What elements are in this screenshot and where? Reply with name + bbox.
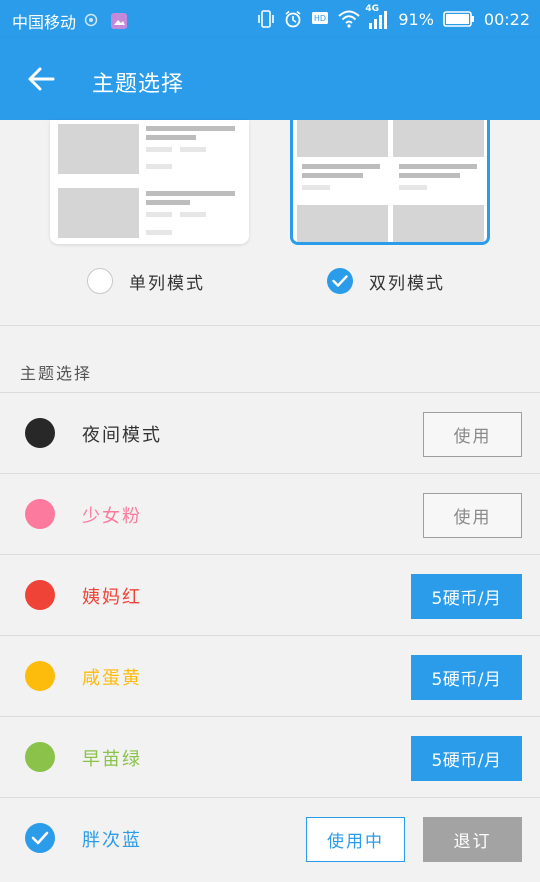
buy-button[interactable]: 5硬币/月 bbox=[411, 736, 522, 781]
in-use-button[interactable]: 使用中 bbox=[306, 817, 405, 862]
buy-button[interactable]: 5硬币/月 bbox=[411, 655, 522, 700]
theme-row-blue: 胖次蓝 使用中 退订 bbox=[0, 797, 540, 878]
color-dot bbox=[25, 580, 55, 610]
theme-name: 早苗绿 bbox=[82, 749, 142, 770]
double-column-label: 双列模式 bbox=[369, 273, 445, 294]
check-icon bbox=[332, 275, 348, 287]
section-title: 主题选择 bbox=[20, 364, 93, 383]
single-column-preview[interactable] bbox=[50, 120, 249, 244]
single-column-radio[interactable] bbox=[87, 268, 113, 294]
single-column-label: 单列模式 bbox=[129, 273, 205, 294]
battery-icon bbox=[443, 10, 475, 28]
hd-icon: HD bbox=[311, 10, 329, 28]
theme-row-yellow: 咸蛋黄 5硬币/月 bbox=[0, 635, 540, 716]
svg-text:HD: HD bbox=[314, 14, 326, 23]
status-bar: 中国移动 HD 4G 91% 00:22 bbox=[0, 0, 540, 38]
theme-name: 夜间模式 bbox=[82, 425, 162, 446]
use-button[interactable]: 使用 bbox=[423, 412, 522, 457]
theme-name: 姨妈红 bbox=[82, 587, 142, 608]
theme-name: 咸蛋黄 bbox=[82, 668, 142, 689]
app-bar: 主题选择 bbox=[0, 38, 540, 120]
page-title: 主题选择 bbox=[92, 72, 185, 97]
clock-time: 00:22 bbox=[483, 9, 530, 29]
theme-name: 少女粉 bbox=[82, 506, 142, 527]
arrow-left-icon[interactable] bbox=[26, 65, 56, 93]
selected-check-icon bbox=[25, 823, 55, 853]
layout-mode-section: 单列模式 双列模式 bbox=[0, 120, 540, 326]
color-dot bbox=[25, 499, 55, 529]
theme-row-red: 姨妈红 5硬币/月 bbox=[0, 554, 540, 635]
color-dot bbox=[25, 661, 55, 691]
double-column-preview[interactable] bbox=[290, 120, 490, 245]
theme-name: 胖次蓝 bbox=[82, 830, 142, 851]
theme-row-green: 早苗绿 5硬币/月 bbox=[0, 716, 540, 797]
single-column-option[interactable]: 单列模式 bbox=[87, 268, 205, 294]
double-column-radio[interactable] bbox=[327, 268, 353, 294]
theme-row-night: 夜间模式 使用 bbox=[0, 392, 540, 473]
double-column-option[interactable]: 双列模式 bbox=[327, 268, 445, 294]
image-notification-icon bbox=[110, 12, 128, 30]
signal-icon: 4G bbox=[365, 4, 389, 30]
color-dot bbox=[25, 418, 55, 448]
vibrate-icon bbox=[257, 10, 275, 28]
use-button[interactable]: 使用 bbox=[423, 493, 522, 538]
alarm-icon bbox=[284, 10, 302, 28]
sync-icon bbox=[84, 12, 102, 30]
buy-button[interactable]: 5硬币/月 bbox=[411, 574, 522, 619]
theme-list: 夜间模式 使用 少女粉 使用 姨妈红 5硬币/月 咸蛋黄 5硬币/月 早苗绿 5… bbox=[0, 392, 540, 878]
color-dot bbox=[25, 742, 55, 772]
wifi-icon bbox=[338, 10, 360, 28]
carrier-label: 中国移动 bbox=[12, 13, 77, 32]
battery-percent: 91% bbox=[398, 9, 434, 29]
unsubscribe-button[interactable]: 退订 bbox=[423, 817, 522, 862]
theme-row-pink: 少女粉 使用 bbox=[0, 473, 540, 554]
